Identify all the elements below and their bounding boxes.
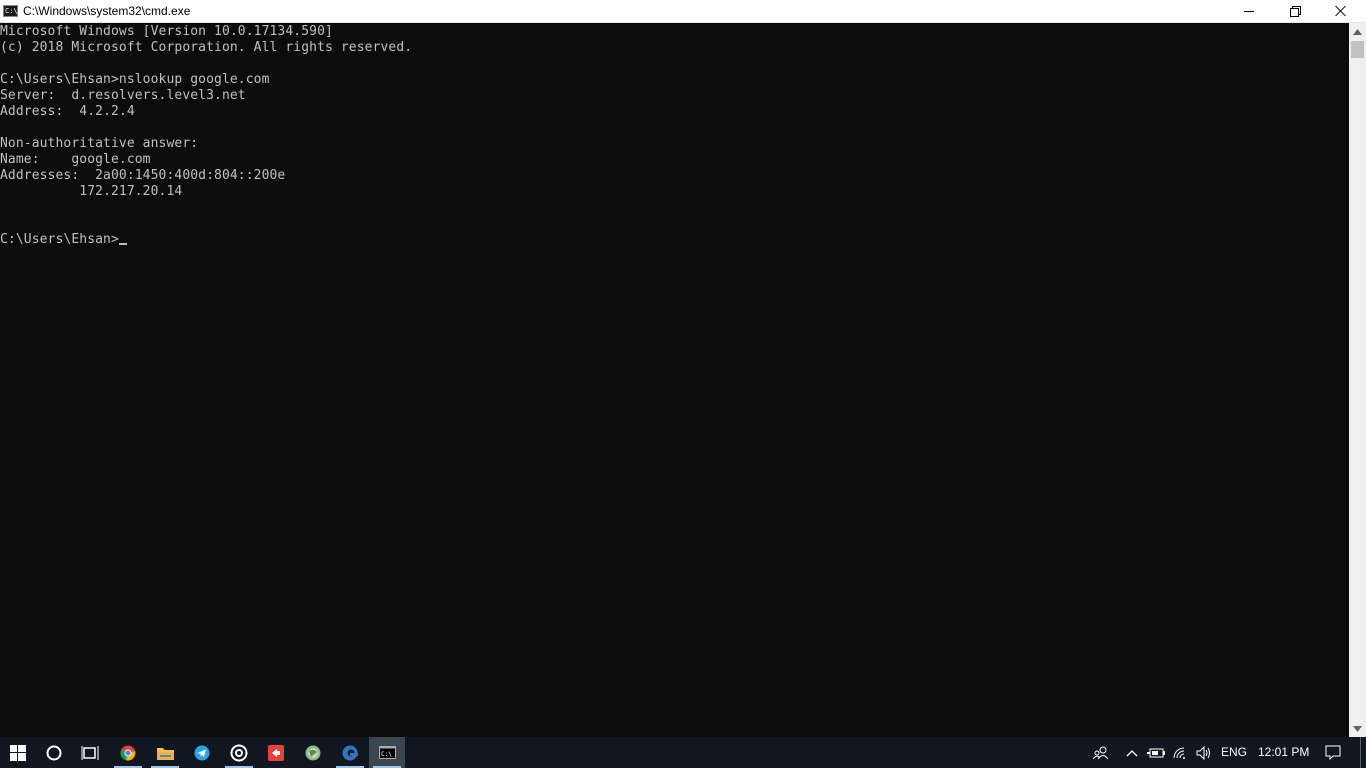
edge-icon — [342, 745, 358, 760]
task-view-icon — [81, 745, 99, 760]
taskbar: C:\ ENG 12:01 PM — [0, 737, 1366, 768]
wifi-icon — [1173, 747, 1185, 759]
volume-button[interactable] — [1192, 737, 1216, 768]
people-icon — [1093, 746, 1109, 759]
chevron-up-icon — [1353, 28, 1362, 35]
edge-button[interactable] — [332, 737, 368, 768]
battery-icon — [1147, 748, 1165, 757]
telegram-icon — [194, 745, 210, 760]
console-text: Microsoft Windows [Version 10.0.17134.59… — [0, 24, 412, 248]
vertical-scrollbar[interactable] — [1349, 23, 1366, 737]
console-line: Address: 4.2.2.4 — [0, 104, 135, 119]
window-title: C:\Windows\system32\cmd.exe — [23, 4, 191, 18]
battery-button[interactable] — [1144, 737, 1168, 768]
close-icon — [1335, 5, 1347, 17]
media-button[interactable] — [258, 737, 294, 768]
task-view-button[interactable] — [72, 737, 108, 768]
console-line: Non-authoritative answer: — [0, 136, 199, 151]
windows-logo-icon — [10, 744, 26, 761]
console-output[interactable]: Microsoft Windows [Version 10.0.17134.59… — [0, 23, 1349, 737]
globe-icon — [305, 745, 321, 760]
people-button[interactable] — [1084, 737, 1118, 768]
red-app-icon — [268, 744, 284, 761]
console-line: 172.217.20.14 — [0, 184, 183, 199]
notification-icon — [1325, 745, 1341, 760]
file-explorer-button[interactable] — [147, 737, 183, 768]
network-button[interactable] — [1168, 737, 1192, 768]
folder-icon — [156, 747, 174, 760]
start-button[interactable] — [0, 737, 36, 768]
show-hidden-icons-button[interactable] — [1120, 737, 1144, 768]
console-prompt-line[interactable]: C:\Users\Ehsan> — [0, 232, 412, 248]
search-button[interactable] — [36, 737, 72, 768]
console-line: Server: d.resolvers.level3.net — [0, 88, 246, 103]
speaker-icon — [1196, 745, 1210, 760]
console-line: Name: google.com — [0, 152, 151, 167]
svg-text:C:\: C:\ — [381, 751, 392, 758]
restore-icon — [1290, 6, 1301, 17]
chrome-button[interactable] — [110, 737, 146, 768]
scroll-up-button[interactable] — [1349, 23, 1366, 40]
cmd-icon: C:\ — [378, 746, 396, 759]
chevron-down-icon — [1353, 725, 1362, 732]
minimize-button[interactable] — [1226, 0, 1272, 22]
chevron-up-icon — [1126, 749, 1138, 756]
close-button[interactable] — [1318, 0, 1364, 22]
console-line: C:\Users\Ehsan>nslookup google.com — [0, 72, 270, 87]
scroll-thumb[interactable] — [1351, 41, 1364, 58]
restore-button[interactable] — [1272, 0, 1318, 22]
globe-button[interactable] — [295, 737, 331, 768]
circle-app-icon — [230, 744, 248, 761]
cmd-button[interactable]: C:\ — [369, 737, 405, 768]
minimize-icon — [1244, 10, 1254, 12]
cmd-app-icon-label: C:\ — [5, 7, 18, 15]
text-cursor — [118, 243, 127, 245]
console-line: Microsoft Windows [Version 10.0.17134.59… — [0, 24, 333, 39]
console-line: Addresses: 2a00:1450:400d:804::200e — [0, 168, 286, 183]
show-desktop-button[interactable] — [1360, 737, 1361, 768]
console-prompt: C:\Users\Ehsan> — [0, 232, 119, 247]
cmd-app-icon[interactable]: C:\ — [3, 5, 18, 17]
clock[interactable]: 12:01 PM — [1258, 745, 1309, 760]
circle-app-button[interactable] — [221, 737, 257, 768]
language-indicator[interactable]: ENG — [1221, 745, 1247, 760]
scroll-down-button[interactable] — [1349, 720, 1366, 737]
cortana-circle-icon — [46, 745, 62, 760]
title-bar[interactable]: C:\ C:\Windows\system32\cmd.exe — [0, 0, 1366, 23]
console-line: (c) 2018 Microsoft Corporation. All righ… — [0, 40, 413, 55]
chrome-icon — [120, 745, 136, 761]
action-center-button[interactable] — [1318, 737, 1348, 768]
telegram-button[interactable] — [184, 737, 220, 768]
